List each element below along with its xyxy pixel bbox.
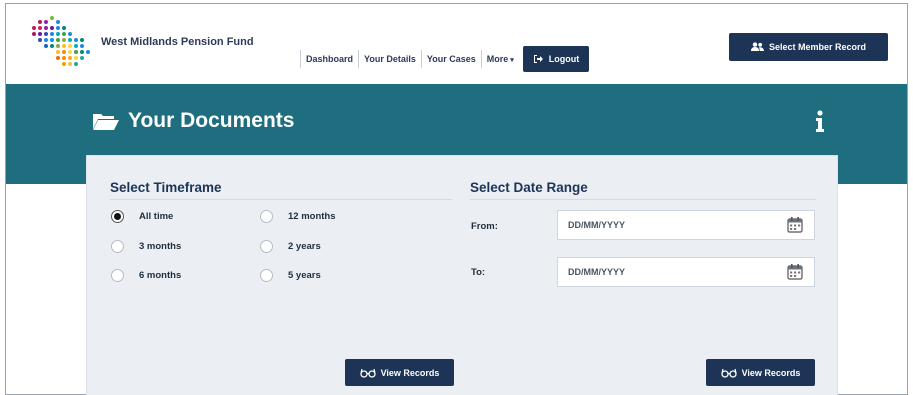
nav-your-cases[interactable]: Your Cases xyxy=(420,50,481,68)
radio-label: 12 months xyxy=(288,211,336,222)
timeframe-divider xyxy=(110,199,452,200)
radio-button[interactable] xyxy=(260,240,273,253)
brand-name: West Midlands Pension Fund xyxy=(101,36,254,48)
radio-2-years[interactable]: 2 years xyxy=(260,240,321,253)
radio-button[interactable] xyxy=(111,210,124,223)
to-date-input[interactable] xyxy=(558,258,786,286)
radio-label: All time xyxy=(139,211,174,222)
from-label: From: xyxy=(471,221,498,232)
radio-5-years[interactable]: 5 years xyxy=(260,269,321,282)
view-records-button-date-range[interactable]: View Records xyxy=(706,359,815,386)
radio-button[interactable] xyxy=(260,210,273,223)
view-records-label: View Records xyxy=(380,367,440,378)
glasses-icon xyxy=(720,368,737,378)
radio-label: 2 years xyxy=(288,241,321,252)
logout-button[interactable]: Logout xyxy=(522,46,590,72)
page-title-text: Your Documents xyxy=(128,109,295,132)
nav-dashboard[interactable]: Dashboard xyxy=(300,50,358,68)
logo-dots xyxy=(32,16,90,66)
to-label: To: xyxy=(471,267,486,278)
timeframe-title: Select Timeframe xyxy=(110,180,222,195)
select-member-record-button[interactable]: Select Member Record xyxy=(729,33,888,61)
page-title: Your Documents xyxy=(92,109,294,133)
nav-your-details[interactable]: Your Details xyxy=(358,50,421,68)
folder-open-icon xyxy=(93,114,119,130)
glasses-icon xyxy=(359,368,376,378)
radio-label: 6 months xyxy=(139,270,182,281)
info-icon[interactable] xyxy=(814,110,826,134)
select-member-label: Select Member Record xyxy=(768,42,867,52)
radio-6-months[interactable]: 6 months xyxy=(111,269,181,282)
view-records-label: View Records xyxy=(741,367,801,378)
radio-button[interactable] xyxy=(260,269,273,282)
logout-label: Logout xyxy=(548,54,580,64)
view-records-button-timeframe[interactable]: View Records xyxy=(345,359,454,386)
radio-all-time[interactable]: All time xyxy=(111,210,173,223)
radio-label: 3 months xyxy=(139,241,182,252)
calendar-icon[interactable] xyxy=(786,216,804,234)
from-date-input[interactable] xyxy=(558,211,786,239)
from-date-field xyxy=(557,210,815,240)
date-range-title: Select Date Range xyxy=(470,180,588,195)
radio-3-months[interactable]: 3 months xyxy=(111,240,181,253)
nav-more[interactable]: More ▾ xyxy=(480,50,519,68)
users-icon xyxy=(750,42,764,51)
to-date-field xyxy=(557,257,815,287)
date-range-divider xyxy=(470,199,816,200)
radio-button[interactable] xyxy=(111,240,124,253)
radio-12-months[interactable]: 12 months xyxy=(260,210,336,223)
main-nav: Dashboard Your Details Your Cases More ▾ … xyxy=(300,46,590,72)
logout-icon xyxy=(533,55,543,63)
radio-label: 5 years xyxy=(288,270,321,281)
radio-button[interactable] xyxy=(111,269,124,282)
calendar-icon[interactable] xyxy=(786,263,804,281)
caret-down-icon: ▾ xyxy=(510,57,514,64)
nav-more-label: More xyxy=(486,54,509,64)
